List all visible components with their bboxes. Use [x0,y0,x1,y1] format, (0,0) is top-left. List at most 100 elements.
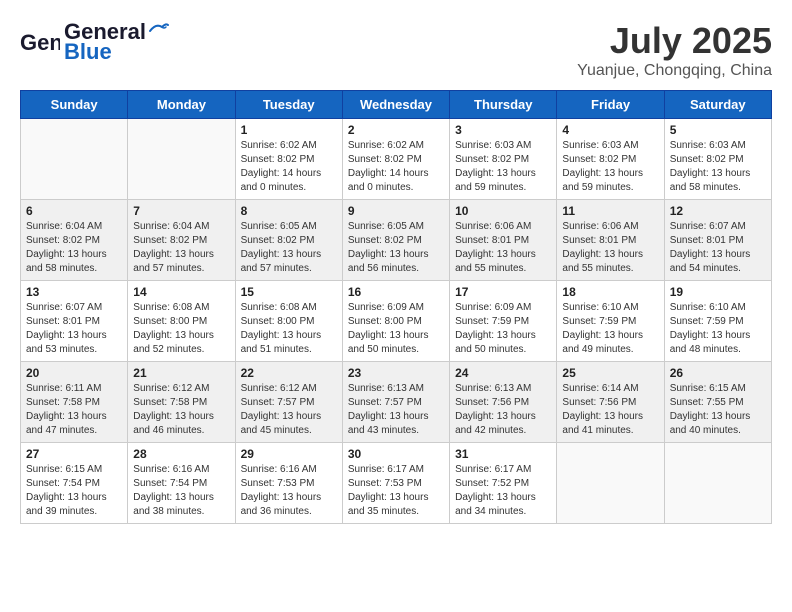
day-info: Daylight: 13 hours [133,248,229,262]
day-info: Sunset: 7:53 PM [241,477,337,491]
day-info: and 58 minutes. [26,262,122,276]
day-info: Sunrise: 6:06 AM [562,220,658,234]
table-cell: 25Sunrise: 6:14 AMSunset: 7:56 PMDayligh… [557,362,664,443]
day-info: Sunrise: 6:10 AM [670,301,766,315]
day-info: Daylight: 13 hours [670,329,766,343]
day-info: Sunset: 7:58 PM [26,396,122,410]
day-info: Sunset: 8:02 PM [133,234,229,248]
day-info: Daylight: 13 hours [348,329,444,343]
table-cell: 5Sunrise: 6:03 AMSunset: 8:02 PMDaylight… [664,119,771,200]
day-info: and 55 minutes. [455,262,551,276]
day-info: and 58 minutes. [670,181,766,195]
day-info: Sunrise: 6:06 AM [455,220,551,234]
day-info: Daylight: 13 hours [26,248,122,262]
day-number: 26 [670,366,766,380]
table-cell: 20Sunrise: 6:11 AMSunset: 7:58 PMDayligh… [21,362,128,443]
day-info: Sunset: 8:01 PM [26,315,122,329]
day-info: Sunrise: 6:03 AM [670,139,766,153]
table-cell: 8Sunrise: 6:05 AMSunset: 8:02 PMDaylight… [235,200,342,281]
calendar-week-5: 27Sunrise: 6:15 AMSunset: 7:54 PMDayligh… [21,443,772,524]
col-wednesday: Wednesday [342,91,449,119]
day-info: Daylight: 13 hours [26,491,122,505]
calendar-header-row: Sunday Monday Tuesday Wednesday Thursday… [21,91,772,119]
day-info: Sunrise: 6:07 AM [670,220,766,234]
day-info: Sunset: 7:59 PM [562,315,658,329]
day-info: Daylight: 13 hours [562,410,658,424]
day-info: and 46 minutes. [133,424,229,438]
day-info: Daylight: 13 hours [241,248,337,262]
day-info: and 45 minutes. [241,424,337,438]
col-tuesday: Tuesday [235,91,342,119]
day-info: Sunset: 7:57 PM [241,396,337,410]
col-monday: Monday [128,91,235,119]
calendar-subtitle: Yuanjue, Chongqing, China [577,62,772,80]
day-info: and 50 minutes. [455,343,551,357]
svg-text:Gen: Gen [20,30,60,55]
day-info: and 34 minutes. [455,505,551,519]
day-number: 19 [670,285,766,299]
day-info: and 39 minutes. [26,505,122,519]
day-info: and 55 minutes. [562,262,658,276]
col-saturday: Saturday [664,91,771,119]
day-info: and 0 minutes. [348,181,444,195]
day-info: Sunrise: 6:12 AM [241,382,337,396]
table-cell: 15Sunrise: 6:08 AMSunset: 8:00 PMDayligh… [235,281,342,362]
day-info: Daylight: 13 hours [26,410,122,424]
day-number: 5 [670,123,766,137]
table-cell: 28Sunrise: 6:16 AMSunset: 7:54 PMDayligh… [128,443,235,524]
day-number: 22 [241,366,337,380]
day-info: Sunset: 7:56 PM [562,396,658,410]
table-cell: 17Sunrise: 6:09 AMSunset: 7:59 PMDayligh… [450,281,557,362]
day-info: and 59 minutes. [562,181,658,195]
col-friday: Friday [557,91,664,119]
page-header: Gen General Blue July 2025 Yuanjue, Chon… [20,20,772,80]
day-info: Sunset: 8:00 PM [133,315,229,329]
day-info: Daylight: 13 hours [133,329,229,343]
logo-blue: Blue [64,40,170,64]
day-info: Daylight: 13 hours [133,410,229,424]
day-info: Daylight: 13 hours [562,248,658,262]
table-cell [128,119,235,200]
day-info: Sunset: 7:55 PM [670,396,766,410]
day-info: Sunrise: 6:05 AM [348,220,444,234]
day-number: 3 [455,123,551,137]
table-cell: 23Sunrise: 6:13 AMSunset: 7:57 PMDayligh… [342,362,449,443]
day-info: Sunset: 7:57 PM [348,396,444,410]
day-info: Sunrise: 6:08 AM [133,301,229,315]
day-info: Daylight: 13 hours [348,410,444,424]
table-cell: 21Sunrise: 6:12 AMSunset: 7:58 PMDayligh… [128,362,235,443]
day-info: Daylight: 13 hours [455,410,551,424]
day-info: Sunrise: 6:08 AM [241,301,337,315]
day-info: Sunrise: 6:07 AM [26,301,122,315]
day-info: Sunrise: 6:17 AM [455,463,551,477]
day-number: 1 [241,123,337,137]
day-number: 9 [348,204,444,218]
day-number: 17 [455,285,551,299]
day-info: and 50 minutes. [348,343,444,357]
day-info: Daylight: 13 hours [562,167,658,181]
table-cell: 22Sunrise: 6:12 AMSunset: 7:57 PMDayligh… [235,362,342,443]
day-info: Sunrise: 6:04 AM [26,220,122,234]
day-info: Daylight: 13 hours [670,167,766,181]
col-thursday: Thursday [450,91,557,119]
day-info: Sunset: 7:56 PM [455,396,551,410]
day-info: Sunset: 8:02 PM [562,153,658,167]
day-info: Daylight: 13 hours [455,491,551,505]
day-info: Sunrise: 6:10 AM [562,301,658,315]
day-info: Sunrise: 6:05 AM [241,220,337,234]
day-number: 25 [562,366,658,380]
calendar-week-2: 6Sunrise: 6:04 AMSunset: 8:02 PMDaylight… [21,200,772,281]
day-info: Daylight: 13 hours [562,329,658,343]
table-cell: 10Sunrise: 6:06 AMSunset: 8:01 PMDayligh… [450,200,557,281]
day-info: Sunrise: 6:17 AM [348,463,444,477]
day-info: Sunset: 7:54 PM [133,477,229,491]
day-info: Sunset: 8:02 PM [241,153,337,167]
day-info: Sunset: 8:00 PM [348,315,444,329]
day-info: Daylight: 13 hours [241,491,337,505]
table-cell: 24Sunrise: 6:13 AMSunset: 7:56 PMDayligh… [450,362,557,443]
day-info: and 49 minutes. [562,343,658,357]
table-cell [664,443,771,524]
day-number: 14 [133,285,229,299]
day-info: Sunrise: 6:02 AM [348,139,444,153]
day-number: 27 [26,447,122,461]
